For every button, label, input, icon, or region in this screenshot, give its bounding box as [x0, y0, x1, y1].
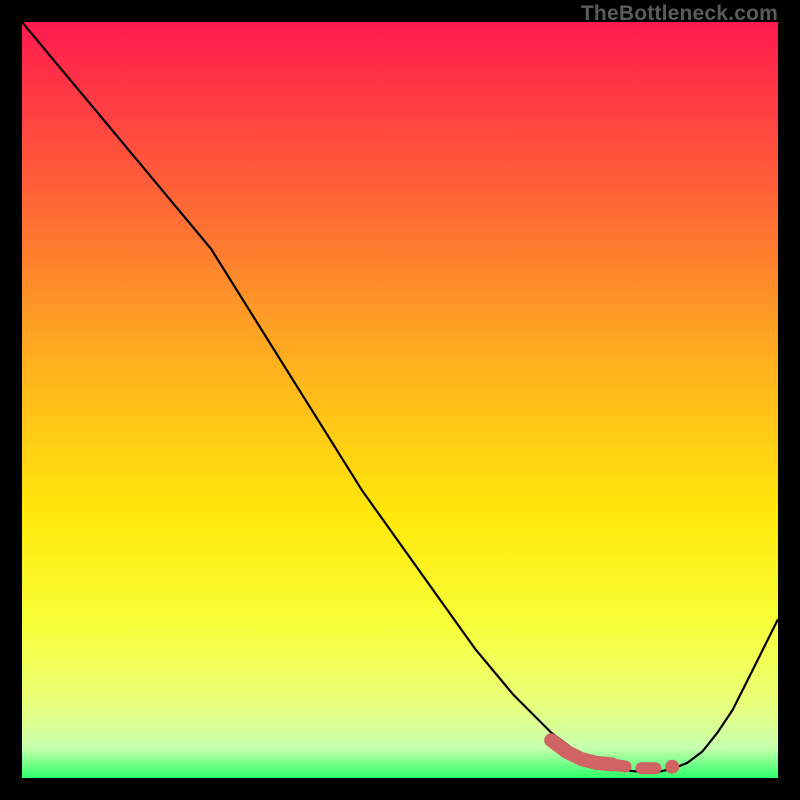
chart-frame: TheBottleneck.com [0, 0, 800, 800]
gradient-background [22, 22, 778, 778]
chart-plot [22, 22, 778, 778]
